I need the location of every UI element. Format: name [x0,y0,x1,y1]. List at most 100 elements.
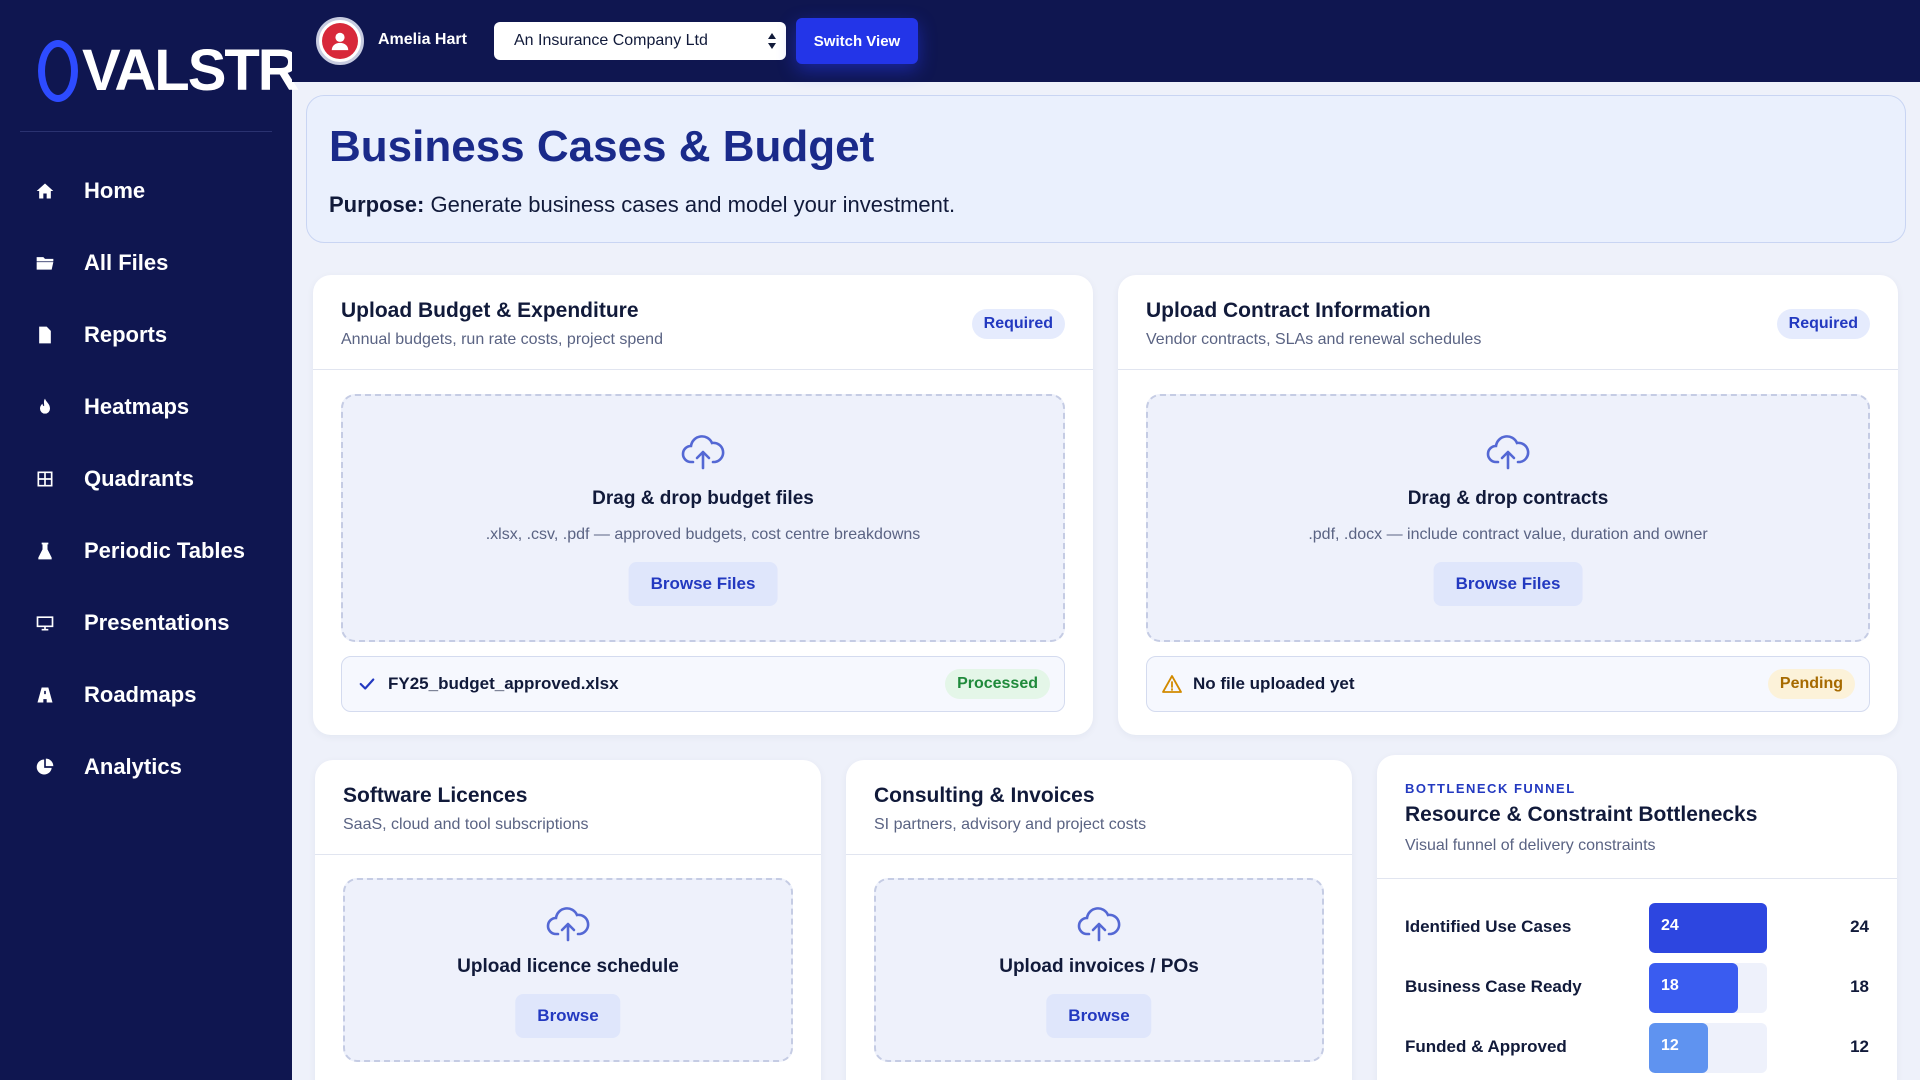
sidebar-item-label: Quadrants [84,466,195,491]
funnel-row-count: 24 [1850,917,1869,936]
browse-files-button[interactable]: Browse Files [628,562,778,606]
dropzone-title: Drag & drop contracts [1407,488,1609,509]
sidebar-divider [20,131,272,132]
sidebar-item-quadrants[interactable]: Quadrants [0,443,292,515]
purpose-label: Purpose: [329,192,425,217]
funnel-row: Business Case Ready 18 18 [1377,963,1897,1013]
funnel-row: Identified Use Cases 24 24 [1377,903,1897,953]
file-name: No file uploaded yet [1193,674,1355,693]
status-badge: Processed [945,669,1050,699]
dropzone-title: Upload invoices / POs [999,956,1199,977]
sidebar-item-analytics[interactable]: Analytics [0,731,292,803]
card-title: Upload Contract Information [1146,299,1431,322]
consulting-dropzone[interactable]: Upload invoices / POs Browse [874,878,1324,1062]
sidebar-item-label: Roadmaps [84,682,197,707]
card-subtitle: Vendor contracts, SLAs and renewal sched… [1146,331,1482,348]
switch-view-button[interactable]: Switch View [796,18,918,64]
funnel-eyebrow: BOTTLENECK FUNNEL [1405,781,1576,796]
funnel-bar-value: 12 [1661,1037,1679,1054]
card-title: Consulting & Invoices [874,784,1095,807]
contract-dropzone[interactable]: Drag & drop contracts .pdf, .docx — incl… [1146,394,1870,642]
sidebar-item-periodic-tables[interactable]: Periodic Tables [0,515,292,587]
required-badge: Required [1776,309,1870,339]
required-badge: Required [971,309,1065,339]
budget-dropzone[interactable]: Drag & drop budget files .xlsx, .csv, .p… [341,394,1065,642]
licences-dropzone[interactable]: Upload licence schedule Browse [343,878,793,1062]
card-divider [846,854,1352,855]
document-icon [34,324,56,346]
uploaded-file-row[interactable]: No file uploaded yet Pending [1146,656,1870,712]
sidebar-item-reports[interactable]: Reports [0,299,292,371]
sidebar-item-home[interactable]: Home [0,155,292,227]
check-icon [356,673,378,695]
browse-files-button[interactable]: Browse Files [1433,562,1583,606]
uploaded-file-row[interactable]: FY25_budget_approved.xlsx Processed [341,656,1065,712]
monitor-icon [34,612,56,634]
cloud-upload-icon [546,907,590,942]
funnel-row-label: Funded & Approved [1405,1037,1567,1056]
sidebar-item-label: Analytics [84,754,182,779]
sidebar-item-all-files[interactable]: All Files [0,227,292,299]
sidebar-item-label: Reports [84,322,168,347]
card-divider [313,369,1093,370]
page-purpose: Purpose: Generate business cases and mod… [329,192,955,218]
funnel-bar-value: 24 [1661,917,1679,934]
logo-ring-icon [38,40,78,102]
company-select-value: An Insurance Company Ltd [514,32,708,49]
funnel-row-label: Identified Use Cases [1405,917,1572,936]
funnel-row-count: 12 [1850,1037,1869,1056]
card-subtitle: SI partners, advisory and project costs [874,816,1147,833]
cloud-upload-icon [681,435,725,470]
sidebar-item-label: Presentations [84,610,230,635]
funnel-bar: 18 [1649,963,1738,1013]
funnel-track: 24 [1649,903,1767,953]
user-name: Amelia Hart [378,31,467,48]
card-divider [1118,369,1898,370]
funnel-bar: 12 [1649,1023,1708,1073]
sidebar-item-label: Home [84,178,146,203]
dropzone-hint: .pdf, .docx — include contract value, du… [1308,526,1708,543]
card-divider [315,854,821,855]
card-title: Upload Budget & Expenditure [341,299,639,322]
card-subtitle: Annual budgets, run rate costs, project … [341,331,663,348]
sidebar-item-roadmaps[interactable]: Roadmaps [0,659,292,731]
topbar: Amelia Hart An Insurance Company Ltd Swi… [292,0,1920,82]
browse-button[interactable]: Browse [515,994,621,1038]
browse-button[interactable]: Browse [1046,994,1152,1038]
funnel-track: 18 [1649,963,1767,1013]
page-header: Business Cases & Budget Purpose: Generat… [306,95,1906,243]
sidebar-nav: Home All Files Reports Heatmaps Quadrant… [0,155,292,803]
funnel-track: 12 [1649,1023,1767,1073]
flame-icon [34,396,56,418]
card-title: Software Licences [343,784,528,807]
dropzone-title: Drag & drop budget files [592,488,814,509]
bottleneck-funnel-card: BOTTLENECK FUNNEL Resource & Constraint … [1377,755,1897,1080]
contract-upload-card: Upload Contract Information Vendor contr… [1118,275,1898,735]
funnel-row: Funded & Approved 12 12 [1377,1023,1897,1073]
funnel-row-label: Business Case Ready [1405,977,1582,996]
dropzone-hint: .xlsx, .csv, .pdf — approved budgets, co… [485,526,921,543]
sidebar-item-label: Periodic Tables [84,538,245,563]
logo-text: VALSTR [82,38,300,103]
dropzone-title: Upload licence schedule [457,956,679,977]
home-icon [34,180,56,202]
page-title: Business Cases & Budget [329,122,875,171]
consulting-card: Consulting & Invoices SI partners, advis… [846,760,1352,1080]
status-badge: Pending [1767,669,1855,699]
sidebar-item-label: All Files [84,250,169,275]
warning-icon [1161,673,1183,695]
card-subtitle: SaaS, cloud and tool subscriptions [343,816,589,833]
funnel-bar: 24 [1649,903,1767,953]
valstr-logo[interactable]: VALSTR [38,36,300,106]
sidebar: VALSTR Home All Files Reports Heatmaps Q… [0,0,300,1080]
funnel-bar-value: 18 [1661,977,1679,994]
road-icon [34,684,56,706]
funnel-title: Resource & Constraint Bottlenecks [1405,803,1758,826]
sidebar-item-heatmaps[interactable]: Heatmaps [0,371,292,443]
sidebar-item-presentations[interactable]: Presentations [0,587,292,659]
sidebar-item-label: Heatmaps [84,394,190,419]
select-arrows-icon [768,33,776,49]
company-select[interactable]: An Insurance Company Ltd [494,22,786,60]
funnel-subtitle: Visual funnel of delivery constraints [1405,837,1656,854]
avatar[interactable] [316,17,364,65]
